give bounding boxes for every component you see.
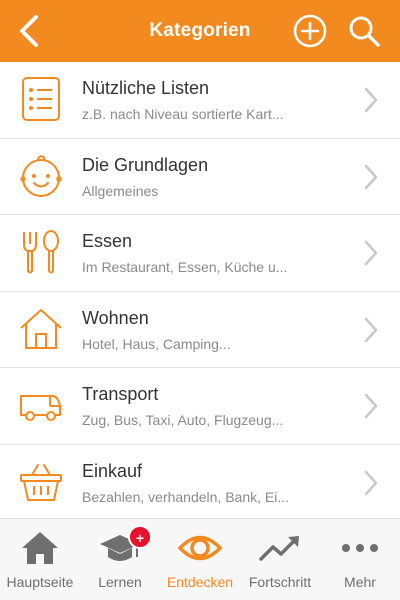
tab-label: Hauptseite [6,574,74,590]
chevron-right-icon [364,164,378,189]
page-title: Kategorien [149,20,251,41]
category-row-essen[interactable]: Essen Im Restaurant, Essen, Küche u... [0,215,400,292]
category-subtitle: Im Restaurant, Essen, Küche u... [82,259,288,275]
list-icon [22,77,60,121]
home-icon [22,532,58,564]
category-title: Transport [82,384,159,404]
add-circle-icon[interactable] [292,13,328,49]
chevron-right-icon [364,470,378,495]
chevron-right-icon [364,393,378,419]
category-title: Die Grundlagen [82,154,209,175]
chevron-right-icon [364,240,378,266]
house-icon [20,308,62,349]
category-subtitle: Zug, Bus, Taxi, Auto, Flugzeug... [82,412,284,428]
tab-mehr[interactable]: Mehr [320,519,400,600]
van-icon [20,395,61,421]
category-list: Nützliche Listen z.B. nach Niveau sortie… [0,62,400,521]
category-subtitle: z.B. nach Niveau sortierte Kart... [82,106,284,122]
tab-label: Fortschritt [248,574,312,590]
baby-face-icon [20,154,62,197]
category-title: Essen [82,231,133,251]
category-row-die-grundlagen[interactable]: Die Grundlagen Allgemeines [0,138,400,215]
tab-hauptseite[interactable]: Hauptseite [0,519,80,600]
tab-lernen[interactable]: + Lernen [80,519,160,600]
chevron-right-icon [364,317,378,342]
fork-spoon-icon [23,230,59,274]
search-icon[interactable] [346,13,382,49]
category-row-wohnen[interactable]: Wohnen Hotel, Haus, Camping... [0,291,400,368]
tab-fortschritt[interactable]: Fortschritt [240,519,320,600]
chevron-right-icon [364,87,378,113]
trend-chart-icon [259,536,299,561]
tab-label: Entdecken [166,574,234,590]
category-row-nuetzliche-listen[interactable]: Nützliche Listen z.B. nach Niveau sortie… [0,62,400,139]
top-bar: Kategorien [0,0,400,62]
notification-badge: + [128,525,152,549]
back-arrow-icon[interactable] [14,13,48,49]
category-title: Nützliche Listen [82,78,210,98]
more-dots-icon [342,544,378,552]
category-title: Einkauf [82,460,143,481]
category-subtitle: Bezahlen, verhandeln, Bank, Ei... [82,488,290,505]
tab-label: Lernen [98,574,142,590]
category-subtitle: Allgemeines [82,182,159,199]
eye-icon [178,535,222,561]
category-subtitle: Hotel, Haus, Camping... [82,335,231,352]
category-row-einkauf[interactable]: Einkauf Bezahlen, verhandeln, Bank, Ei..… [0,444,400,521]
category-title: Wohnen [82,307,149,328]
bottom-tab-bar: Hauptseite + Lernen Entdecken Fortschrit… [0,518,400,600]
basket-icon [20,463,62,501]
tab-entdecken[interactable]: Entdecken [160,519,240,600]
category-row-transport[interactable]: Transport Zug, Bus, Taxi, Auto, Flugzeug… [0,368,400,445]
tab-label: Mehr [344,574,376,590]
